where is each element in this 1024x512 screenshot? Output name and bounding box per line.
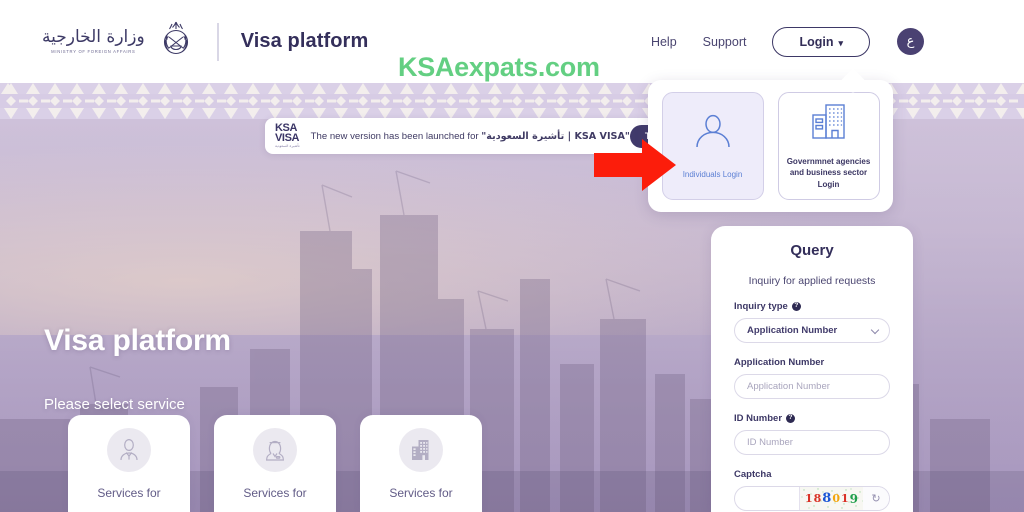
businessman-icon [107, 428, 151, 472]
ksa-visa-logo: KSA VISA تأشيرة السعودية [275, 122, 300, 148]
hero-text-block: Visa platform Please select service [44, 324, 231, 413]
help-icon[interactable]: ? [786, 414, 796, 423]
inquiry-type-select[interactable]: Application Number [734, 318, 890, 343]
captcha-input[interactable] [735, 487, 799, 510]
nav-link-help[interactable]: Help [651, 35, 677, 49]
hero-title: Visa platform [44, 324, 231, 357]
service-card-label: Services for [97, 486, 161, 500]
help-icon[interactable]: ? [791, 302, 801, 311]
query-panel: Query Inquiry for applied requests Inqui… [711, 226, 913, 512]
ministry-name-english: MINISTRY OF FOREIGN AFFAIRS [51, 49, 136, 54]
inquiry-type-label: Inquiry type ? [734, 301, 890, 312]
ministry-wordmark: وزارة الخارجية MINISTRY OF FOREIGN AFFAI… [42, 27, 145, 55]
captcha-label: Captcha [734, 469, 890, 480]
login-option-label: Governmnet agencies and business sector … [786, 156, 871, 189]
brand-divider [216, 22, 219, 61]
application-number-label: Application Number [734, 357, 890, 368]
captcha-label-text: Captcha [734, 469, 772, 480]
page-title: Visa platform [240, 30, 369, 52]
login-option-individuals[interactable]: Individuals Login [661, 92, 764, 200]
captcha-digit: 9 [849, 491, 859, 506]
banner-message-prefix: The new version has been launched for [310, 130, 482, 142]
application-number-label-text: Application Number [734, 357, 825, 368]
service-card-companies[interactable]: Services for [360, 415, 482, 512]
saudi-citizen-icon [253, 428, 297, 472]
hero-subtitle: Please select service [44, 396, 185, 413]
banner-message-quoted: "تأشيرة السعودية | KSA VISA" [481, 130, 630, 142]
id-number-label: ID Number ? [734, 413, 890, 424]
chevron-down-icon: ▾ [838, 37, 843, 48]
new-version-banner: KSA VISA تأشيرة السعودية The new version… [265, 118, 660, 154]
site-header: وزارة الخارجية MINISTRY OF FOREIGN AFFAI… [0, 0, 1024, 83]
header-nav: Help Support Login ▾ ع [651, 26, 924, 57]
query-panel-subtitle: Inquiry for applied requests [748, 275, 876, 287]
query-panel-title: Query [790, 242, 834, 259]
captcha-digit: 1 [804, 492, 813, 505]
login-button[interactable]: Login ▾ [772, 26, 870, 57]
login-option-government-business[interactable]: Governmnet agencies and business sector … [777, 92, 880, 200]
id-number-label-text: ID Number [734, 413, 783, 424]
login-option-label: Individuals Login [682, 170, 743, 180]
service-cards-row: Services for Services for Services for [68, 415, 482, 512]
service-card-citizens[interactable]: Services for [214, 415, 336, 512]
service-card-label: Services for [389, 486, 453, 500]
captcha-field: Captcha 1 8 8 0 1 9 ↻ [734, 469, 890, 511]
inquiry-type-select-wrap: Application Number [734, 318, 890, 343]
brand-logo[interactable]: وزارة الخارجية MINISTRY OF FOREIGN AFFAI… [42, 18, 197, 65]
building-icon [807, 102, 851, 149]
id-number-field: ID Number ? [734, 413, 890, 455]
inquiry-type-label-text: Inquiry type [734, 301, 788, 312]
application-number-field: Application Number [734, 357, 890, 399]
captcha-digit: 0 [832, 492, 840, 505]
inquiry-type-field: Inquiry type ? Application Number [734, 301, 890, 343]
company-building-icon [399, 428, 443, 472]
saudi-emblem-icon [155, 18, 197, 65]
captcha-row: 1 8 8 0 1 9 ↻ [734, 486, 890, 511]
language-toggle-button[interactable]: ع [897, 28, 924, 55]
captcha-digit: 1 [841, 492, 849, 505]
captcha-digit: 8 [822, 491, 832, 506]
ksa-visa-logo-line2: VISA [275, 131, 300, 144]
captcha-image: 1 8 8 0 1 9 [799, 487, 863, 510]
service-card-individuals[interactable]: Services for [68, 415, 190, 512]
ksa-visa-logo-arabic: تأشيرة السعودية [275, 143, 300, 148]
login-button-label: Login [799, 34, 834, 49]
banner-message: The new version has been launched for "ت… [311, 131, 630, 142]
captcha-refresh-icon[interactable]: ↻ [863, 487, 889, 510]
captcha-digit: 8 [813, 492, 822, 505]
nav-link-support[interactable]: Support [703, 35, 747, 49]
service-card-label: Services for [243, 486, 307, 500]
person-icon [690, 111, 736, 162]
application-number-input[interactable] [734, 374, 890, 399]
ministry-name-arabic: وزارة الخارجية [42, 27, 145, 47]
id-number-input[interactable] [734, 430, 890, 455]
login-dropdown-panel: Individuals Login Governmnet agencies an… [648, 68, 893, 212]
